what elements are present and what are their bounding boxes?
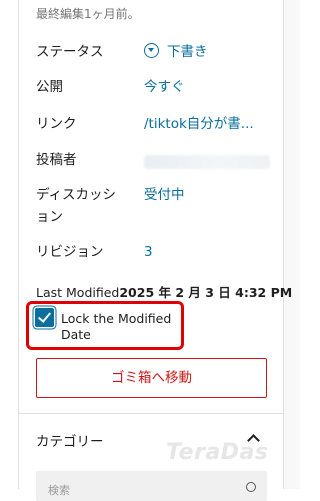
lock-modified-checkbox[interactable]: [35, 308, 54, 327]
status-value-button[interactable]: 下書き: [144, 41, 208, 63]
status-row: ステータス 下書き: [36, 41, 276, 63]
author-row: 投稿者: [36, 149, 276, 173]
move-to-trash-button[interactable]: ゴミ箱へ移動: [36, 358, 267, 398]
status-chevron-icon: [144, 43, 159, 58]
publish-label: 公開: [36, 79, 63, 95]
last-modified-label: Last Modified: [36, 285, 120, 300]
discussion-label: ディスカッション: [36, 187, 117, 225]
panel-left-border: [18, 0, 19, 489]
link-label: リンク: [36, 116, 77, 132]
section-divider: [19, 413, 283, 414]
watermark-text: TeraDas: [166, 440, 269, 465]
search-placeholder: 検索: [48, 484, 70, 497]
search-icon: [246, 482, 256, 492]
discussion-row: ディスカッション 受付中: [36, 184, 276, 228]
revisions-label: リビジョン: [36, 244, 104, 260]
publish-row: 公開 今すぐ: [36, 76, 276, 98]
discussion-value-button[interactable]: 受付中: [144, 184, 185, 206]
status-label: ステータス: [36, 44, 104, 60]
category-panel-title[interactable]: カテゴリー: [36, 430, 104, 450]
outer-gutter: [284, 0, 300, 489]
last-modified-date: 2025 年 2 月 3 日 4:32 PM: [119, 285, 293, 300]
lock-modified-label[interactable]: Lock the Modified Date: [61, 311, 181, 343]
last-edited-text: 最終編集1ヶ月前。: [36, 7, 140, 21]
status-value: 下書き: [167, 44, 208, 60]
post-settings-panel: 最終編集1ヶ月前。 ステータス 下書き 公開 今すぐ リンク /tiktok自分…: [0, 0, 300, 501]
last-modified: Last Modified2025 年 2 月 3 日 4:32 PM: [36, 282, 292, 301]
publish-value-button[interactable]: 今すぐ: [144, 76, 185, 98]
revisions-row: リビジョン 3: [36, 241, 276, 263]
link-row: リンク /tiktok自分が書...: [36, 113, 276, 135]
author-label: 投稿者: [36, 152, 77, 168]
author-select-blurred[interactable]: [144, 155, 270, 169]
link-value-button[interactable]: /tiktok自分が書...: [144, 113, 254, 135]
category-search-input[interactable]: 検索: [36, 471, 267, 501]
revisions-value-link[interactable]: 3: [144, 241, 153, 263]
